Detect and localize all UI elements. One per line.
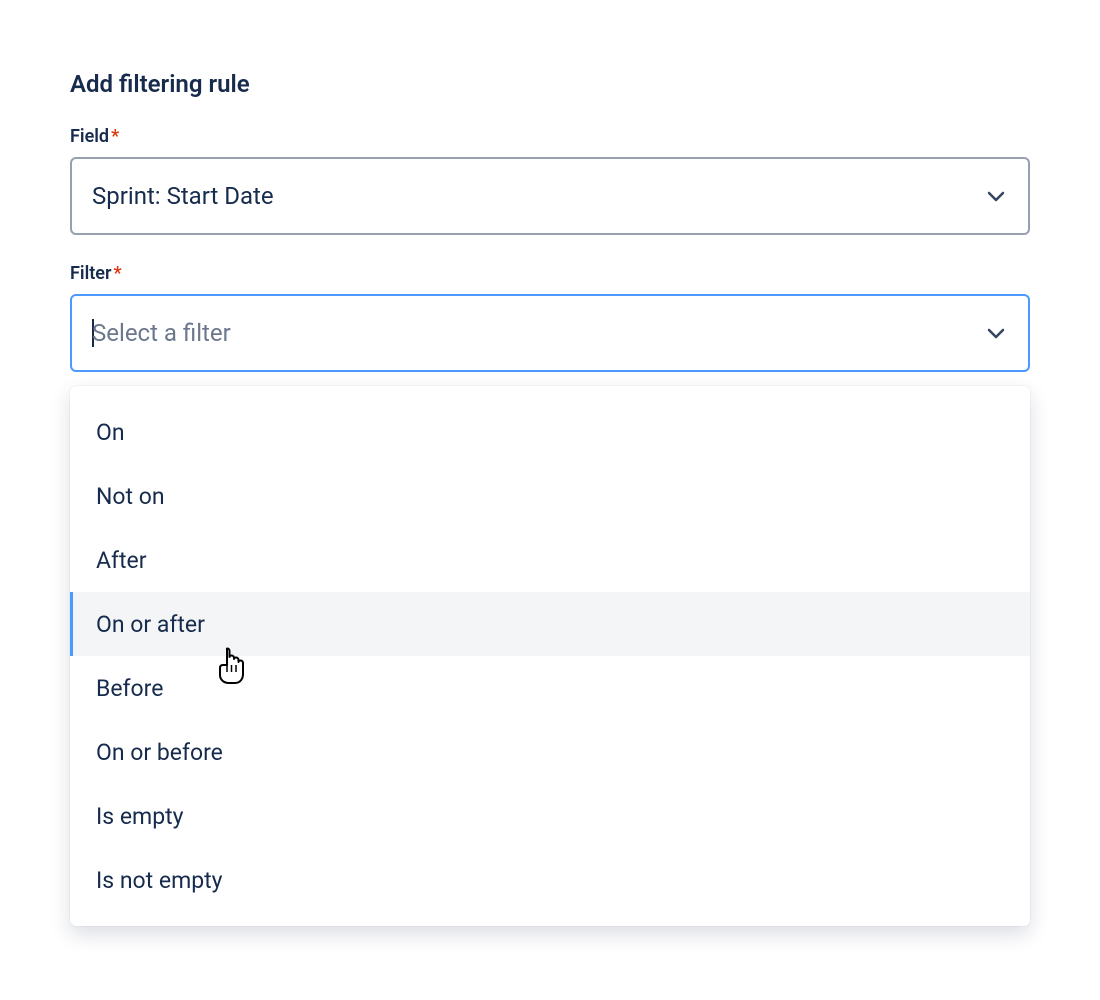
filter-option[interactable]: On or after: [70, 592, 1030, 656]
chevron-down-icon: [984, 184, 1008, 208]
chevron-down-icon: [984, 321, 1008, 345]
filter-option-label: Is empty: [96, 803, 184, 830]
filter-option[interactable]: Is not empty: [70, 848, 1030, 912]
filter-option-label: On or after: [96, 611, 205, 638]
filter-option-label: Is not empty: [96, 867, 223, 894]
filter-option-label: After: [96, 547, 147, 574]
filter-option[interactable]: On or before: [70, 720, 1030, 784]
filter-option[interactable]: Is empty: [70, 784, 1030, 848]
filter-option-label: Not on: [96, 483, 165, 510]
field-group-filter: Filter* Select a filter OnNot onAfterOn …: [70, 263, 1030, 372]
filter-dropdown: On Not on After On or after Before On or befo…: [70, 386, 1030, 926]
filter-option-label: On: [96, 419, 125, 446]
filter-label: Filter: [70, 263, 111, 284]
filter-select-placeholder: Select a filter: [92, 319, 984, 347]
filter-option-label: Before: [96, 675, 163, 702]
required-mark: *: [113, 263, 121, 284]
filter-select[interactable]: Select a filter: [70, 294, 1030, 372]
filter-option[interactable]: On: [70, 400, 1030, 464]
field-select[interactable]: Sprint: Start Date: [70, 157, 1030, 235]
dialog-title: Add filtering rule: [70, 70, 1030, 98]
filter-option[interactable]: Before: [70, 656, 1030, 720]
filter-option-label: On or before: [96, 739, 223, 766]
required-mark: *: [111, 126, 119, 147]
filter-option[interactable]: After: [70, 528, 1030, 592]
field-select-value: Sprint: Start Date: [92, 182, 984, 210]
field-group-field: Field* Sprint: Start Date: [70, 126, 1030, 235]
field-label: Field: [70, 126, 109, 147]
filter-option[interactable]: Not on: [70, 464, 1030, 528]
